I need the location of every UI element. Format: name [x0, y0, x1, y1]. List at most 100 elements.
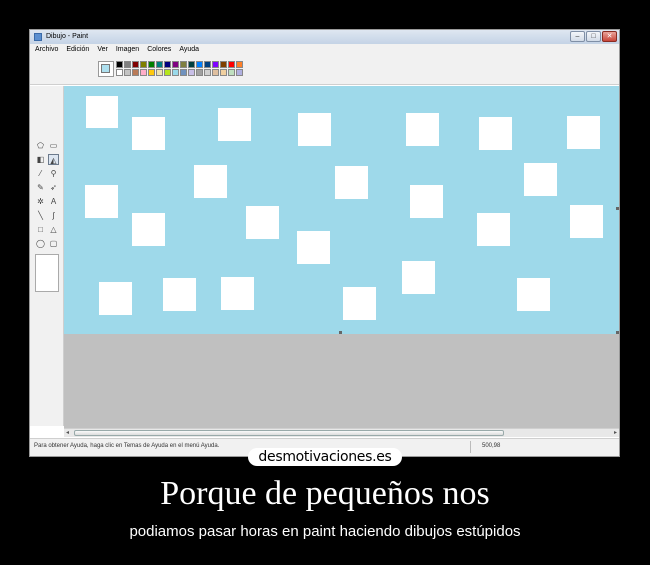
palette-swatch[interactable]	[132, 69, 139, 76]
palette-swatch[interactable]	[140, 61, 147, 68]
magnifier-icon[interactable]: ⚲	[48, 168, 59, 179]
maximize-button[interactable]: □	[586, 31, 601, 42]
palette-swatch[interactable]	[196, 61, 203, 68]
palette-swatch[interactable]	[220, 69, 227, 76]
tool-options[interactable]	[35, 254, 59, 292]
brush-icon[interactable]: ➶	[48, 182, 59, 193]
white-square	[218, 108, 251, 141]
palette-swatch[interactable]	[204, 69, 211, 76]
white-square	[517, 278, 550, 311]
status-coordinates: 500,98	[482, 443, 501, 449]
white-square	[570, 205, 603, 238]
white-square	[194, 165, 227, 198]
rounded-rect-icon[interactable]: ▢	[48, 238, 59, 249]
palette-swatch[interactable]	[132, 61, 139, 68]
white-square	[99, 282, 132, 315]
resize-handle[interactable]	[616, 331, 619, 334]
palette-swatch[interactable]	[172, 69, 179, 76]
palette-swatch[interactable]	[124, 69, 131, 76]
palette-swatch[interactable]	[204, 61, 211, 68]
status-help-text: Para obtener Ayuda, haga clic en Temas d…	[34, 443, 220, 449]
palette-swatch[interactable]	[228, 69, 235, 76]
rect-select-icon[interactable]: ▭	[48, 140, 59, 151]
menu-colores[interactable]: Colores	[147, 44, 171, 55]
drawing-canvas[interactable]	[64, 86, 619, 334]
palette-swatch[interactable]	[116, 61, 123, 68]
menu-ver[interactable]: Ver	[97, 44, 108, 55]
color-palette	[116, 61, 244, 77]
current-colors[interactable]	[98, 61, 114, 77]
white-square	[246, 206, 279, 239]
white-square	[343, 287, 376, 320]
white-square	[406, 113, 439, 146]
rectangle-icon[interactable]: □	[35, 224, 46, 235]
color-box	[30, 55, 619, 85]
free-select-icon[interactable]: ⬠	[35, 140, 46, 151]
white-square	[298, 113, 331, 146]
tool-box: ⬠ ▭ ◧ ◭ ⁄ ⚲ ✎ ➶ ✲ A ╲ ∫ □ △ ◯ ▢	[30, 86, 64, 426]
palette-swatch[interactable]	[180, 69, 187, 76]
paint-window: Dibujo - Paint – □ ✕ Archivo Edición Ver…	[29, 29, 620, 457]
palette-swatch[interactable]	[156, 69, 163, 76]
white-square	[221, 277, 254, 310]
line-icon[interactable]: ╲	[35, 210, 46, 221]
palette-swatch[interactable]	[220, 61, 227, 68]
white-square	[479, 117, 512, 150]
minimize-button[interactable]: –	[570, 31, 585, 42]
scroll-right-icon[interactable]: ▸	[614, 429, 617, 437]
resize-handle[interactable]	[616, 207, 619, 210]
site-logo: desmotivaciones.es	[248, 448, 402, 466]
palette-swatch[interactable]	[140, 69, 147, 76]
foreground-color[interactable]	[101, 64, 110, 73]
eraser-icon[interactable]: ◧	[35, 154, 46, 165]
ellipse-icon[interactable]: ◯	[35, 238, 46, 249]
pencil-icon[interactable]: ✎	[35, 182, 46, 193]
airbrush-icon[interactable]: ✲	[35, 196, 46, 207]
palette-swatch[interactable]	[180, 61, 187, 68]
white-square	[163, 278, 196, 311]
scroll-left-icon[interactable]: ◂	[66, 429, 69, 437]
title-bar[interactable]: Dibujo - Paint – □ ✕	[30, 30, 619, 44]
menu-edicion[interactable]: Edición	[66, 44, 89, 55]
palette-swatch[interactable]	[156, 61, 163, 68]
polygon-icon[interactable]: △	[48, 224, 59, 235]
window-title: Dibujo - Paint	[46, 33, 89, 40]
white-square	[567, 116, 600, 149]
scroll-thumb[interactable]	[74, 430, 504, 436]
color-picker-icon[interactable]: ⁄	[35, 168, 46, 179]
palette-swatch[interactable]	[148, 69, 155, 76]
palette-swatch[interactable]	[116, 69, 123, 76]
workspace	[64, 86, 619, 428]
white-square	[410, 185, 443, 218]
palette-swatch[interactable]	[228, 61, 235, 68]
paint-app-icon	[34, 33, 42, 41]
menu-archivo[interactable]: Archivo	[35, 44, 58, 55]
resize-handle[interactable]	[339, 331, 342, 334]
palette-swatch[interactable]	[236, 69, 243, 76]
text-icon[interactable]: A	[48, 196, 59, 207]
palette-swatch[interactable]	[188, 69, 195, 76]
horizontal-scrollbar[interactable]: ◂ ▸	[64, 428, 619, 437]
fill-icon[interactable]: ◭	[48, 154, 59, 165]
palette-swatch[interactable]	[124, 61, 131, 68]
close-button[interactable]: ✕	[602, 31, 617, 42]
white-square	[132, 213, 165, 246]
white-square	[297, 231, 330, 264]
curve-icon[interactable]: ∫	[48, 210, 59, 221]
white-square	[477, 213, 510, 246]
palette-swatch[interactable]	[196, 69, 203, 76]
palette-swatch[interactable]	[172, 61, 179, 68]
palette-swatch[interactable]	[212, 69, 219, 76]
palette-swatch[interactable]	[188, 61, 195, 68]
white-square	[335, 166, 368, 199]
palette-swatch[interactable]	[236, 61, 243, 68]
menu-imagen[interactable]: Imagen	[116, 44, 139, 55]
white-square	[524, 163, 557, 196]
menu-ayuda[interactable]: Ayuda	[179, 44, 199, 55]
palette-swatch[interactable]	[212, 61, 219, 68]
palette-swatch[interactable]	[164, 61, 171, 68]
palette-swatch[interactable]	[148, 61, 155, 68]
white-square	[402, 261, 435, 294]
menu-bar: Archivo Edición Ver Imagen Colores Ayuda	[30, 44, 619, 55]
palette-swatch[interactable]	[164, 69, 171, 76]
